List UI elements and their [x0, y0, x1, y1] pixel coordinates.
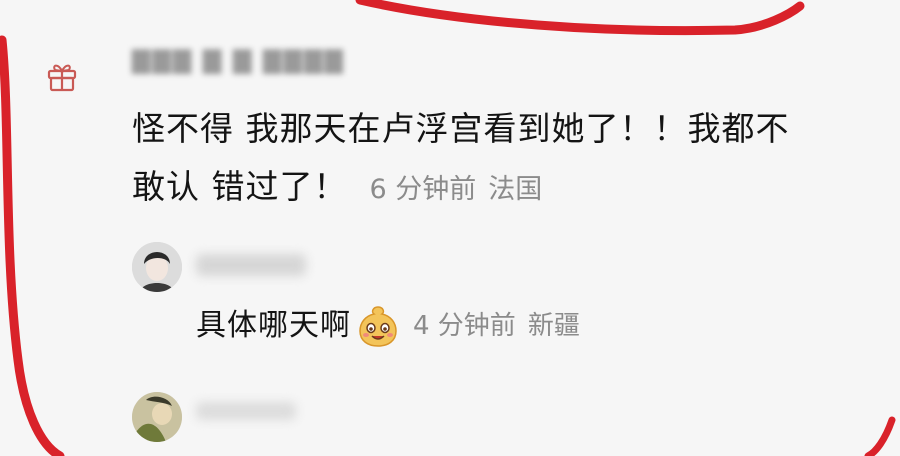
comment-line-2-text: 敢认 错过了！ — [132, 167, 348, 206]
comment-body: 怪不得 我那天在卢浮宫看到她了！！我都不 敢认 错过了！ 6 分钟前 法国 — [132, 100, 872, 219]
avatar[interactable] — [132, 392, 182, 442]
comment-line-1: 怪不得 我那天在卢浮宫看到她了！！我都不 — [132, 109, 790, 148]
reply-time: 4 分钟前 — [413, 311, 516, 341]
comment-time: 6 分钟前 — [369, 174, 477, 205]
avatar[interactable] — [132, 242, 182, 292]
blurred-reply-username — [196, 254, 306, 276]
blurred-reply-username — [196, 402, 296, 420]
blurred-username: ▇▇▇ ▇ ▇ ▇▇▇▇ — [132, 46, 345, 74]
reply-text: 具体哪天啊 — [196, 308, 351, 343]
comment-meta: 6 分钟前 法国 — [370, 174, 543, 205]
reply-meta: 4 分钟前 新疆 — [413, 300, 580, 352]
reply-location: 新疆 — [527, 311, 580, 341]
comment-location: 法国 — [488, 174, 543, 205]
gift-icon — [47, 64, 77, 92]
drooling-face-emoji-icon — [359, 306, 397, 347]
comment-line-2: 敢认 错过了！ 6 分钟前 法国 — [132, 158, 872, 219]
reply-body: 具体哪天啊 4 分钟前 新疆 — [196, 300, 580, 352]
